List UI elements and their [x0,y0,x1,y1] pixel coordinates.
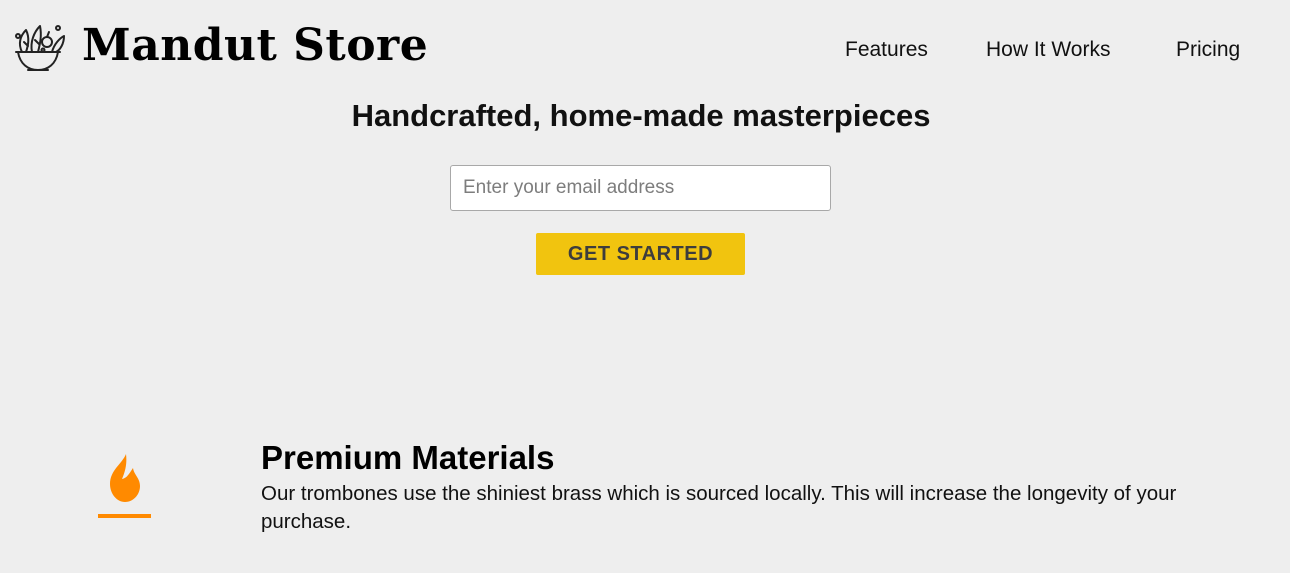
nav-link-features[interactable]: Features [845,36,928,64]
email-input[interactable] [450,165,831,211]
hero-title: Handcrafted, home-made masterpieces [351,98,931,133]
landing-page: Mandut Store Features How It Works Prici… [0,0,1290,573]
fire-icon [96,448,154,522]
nav-link-pricing[interactable]: Pricing [1176,36,1240,64]
feature-title: Premium Materials [261,439,555,476]
top-nav: Features How It Works Pricing [0,36,1290,64]
nav-link-how-it-works[interactable]: How It Works [986,36,1110,64]
feature-description: Our trombones use the shiniest brass whi… [261,482,1177,533]
get-started-button[interactable]: GET STARTED [536,233,745,275]
